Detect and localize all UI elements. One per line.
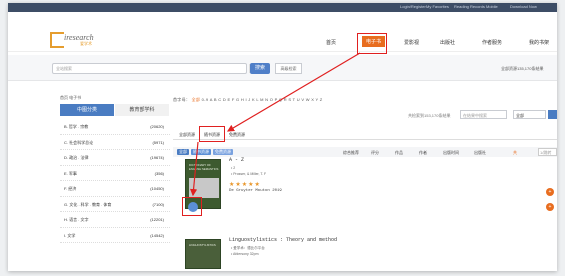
sort-rating[interactable]: 评分 (371, 150, 379, 156)
book-cover-2-title: LINGUOSTYLISTICS (189, 243, 216, 247)
topbar-login-link[interactable]: Login/Register (400, 4, 426, 9)
nav-home[interactable]: 首页 (326, 39, 336, 46)
in-results-search-input[interactable]: 在结果中搜索 (460, 110, 507, 119)
tab-all-resources[interactable]: 全部资源 (179, 132, 195, 138)
category-item[interactable]: H. 语言 . 文字 (12201) (60, 212, 170, 228)
topbar-mobile-link[interactable]: Mobile (486, 4, 498, 9)
nav-bookshelf[interactable]: 我的书架 (529, 39, 549, 46)
resource-tabs: 全部资源 随书资源 免费资源 (173, 130, 557, 140)
result-toolbar: 全部 随书资源 免费资源 综合推荐 评分 作品 作者 出版时间 出版社 共 1/… (173, 147, 557, 157)
found-count: 共检索到153,170条结果 (408, 113, 451, 118)
search-button[interactable]: 搜索 (250, 63, 270, 74)
site-header: iresearch 爱学术 首页 电子书 爱影视 出版社 作者服务 我的书架 (8, 12, 557, 52)
nav-publishers[interactable]: 出版社 (440, 39, 455, 46)
book-2-title[interactable]: Linguostylistics : Theory and method (229, 237, 337, 243)
book-1-publisher: De Gruyter Mouton 2019 (229, 189, 282, 193)
advanced-search-button[interactable]: 高级检索 (275, 63, 302, 74)
topbar-history-link[interactable]: Reading Records (454, 4, 485, 9)
tab-free-resources[interactable]: 免费资源 (229, 132, 245, 138)
site-logo[interactable]: iresearch 爱学术 (50, 32, 102, 48)
tag-all[interactable]: 全部 (177, 149, 189, 155)
tag-free-resources[interactable]: 免费资源 (213, 149, 233, 155)
global-search-input[interactable]: 全站搜索 全部 (52, 63, 261, 74)
book-cover-1-image (189, 178, 219, 198)
category-tabs: 中图分类 教育部学科 (60, 104, 170, 116)
category-item[interactable]: C. 社会科学总论 (5971) (60, 135, 170, 150)
screenshot-frame: Login/Register My Favorites Reading Reco… (8, 3, 557, 271)
book-2-meta-1: • 爱学术：德比尔平台 (231, 246, 265, 250)
logo-mark-icon (50, 32, 64, 48)
breadcrumb: 首页 电子书 (60, 95, 82, 100)
topbar-favorites-link[interactable]: My Favorites (426, 4, 449, 9)
category-item[interactable]: E. 军事 (356) (60, 166, 170, 181)
letter-filter-all[interactable]: 全部 (192, 97, 201, 102)
book-1-meta-2: • Prosser, & Miller, T. F (231, 172, 267, 176)
highlight-resource-icon (182, 197, 202, 216)
letter-filter-label: 首字母： (173, 97, 191, 102)
nav-author-service[interactable]: 作者服务 (482, 39, 502, 46)
sort-publisher[interactable]: 出版社 (474, 150, 486, 156)
page-jump-input[interactable]: 1/跳转 (538, 148, 557, 156)
category-item[interactable]: B. 哲学 . 宗教 (20620) (60, 119, 170, 135)
highlight-ebooks-nav (357, 33, 387, 54)
logo-subtext: 爱学术 (80, 41, 92, 46)
book-1-title[interactable]: A - Z (229, 157, 244, 163)
search-row: 全站搜索 全部 搜索 高级检索 全部资源135,170条结果 (8, 55, 557, 81)
add-to-shelf-2-icon[interactable]: + (546, 203, 554, 211)
result-search-bar: 共检索到153,170条结果 在结果中搜索 全部 (173, 109, 557, 121)
top-utility-bar: Login/Register My Favorites Reading Reco… (8, 3, 557, 12)
category-item[interactable]: G. 文化 . 科学 . 教育 . 体育 (7100) (60, 197, 170, 212)
letter-filter-letters[interactable]: 0-9 A B C D E F G H I J K L M N O P Q R … (202, 97, 323, 102)
sort-author[interactable]: 作者 (419, 150, 427, 156)
category-item[interactable]: I. 文学 (14542) (60, 228, 170, 243)
search-placeholder: 全站搜索 (56, 66, 72, 71)
book-1-meta-1: • 2 (231, 166, 236, 170)
sort-recommended[interactable]: 综合推荐 (343, 150, 359, 156)
letter-filter: 首字母： 全部 0-9 A B C D E F G H I J K L M N … (173, 97, 323, 103)
book-2-meta-2: • Afdersony 32pm (231, 252, 259, 256)
category-list: B. 哲学 . 宗教 (20620) C. 社会科学总论 (5971) D. 政治 … (60, 119, 170, 243)
highlight-book-resources-tab (199, 126, 225, 142)
book-cover-1-title: DICTIONARY OF ENGLISH SEMANTICS (189, 163, 219, 171)
sort-works[interactable]: 作品 (395, 150, 403, 156)
category-item[interactable]: D. 政治 . 法律 (19674) (60, 150, 170, 166)
total-results-text: 全部资源135,170条结果 (501, 66, 544, 71)
book-1-rating-stars: ★★★★★ (229, 182, 261, 188)
book-cover-2[interactable]: LINGUOSTYLISTICS (185, 239, 221, 269)
sort-publish-date[interactable]: 出版时间 (443, 150, 459, 156)
topbar-download-link[interactable]: Download Now (510, 4, 537, 9)
tag-book-resources[interactable]: 随书资源 (191, 149, 211, 155)
tab-clc-classification[interactable]: 中图分类 (60, 104, 114, 116)
category-item[interactable]: F. 经济 (10450) (60, 181, 170, 197)
in-results-scope-select[interactable]: 全部 (513, 110, 546, 119)
in-results-search-button[interactable] (548, 110, 557, 119)
nav-video[interactable]: 爱影视 (404, 39, 419, 46)
tab-edu-discipline[interactable]: 教育部学科 (115, 104, 169, 116)
results-panel: 首字母： 全部 0-9 A B C D E F G H I J K L M N … (173, 85, 557, 271)
add-to-shelf-1-icon[interactable]: + (546, 188, 554, 196)
page-label: 共 (513, 150, 517, 155)
